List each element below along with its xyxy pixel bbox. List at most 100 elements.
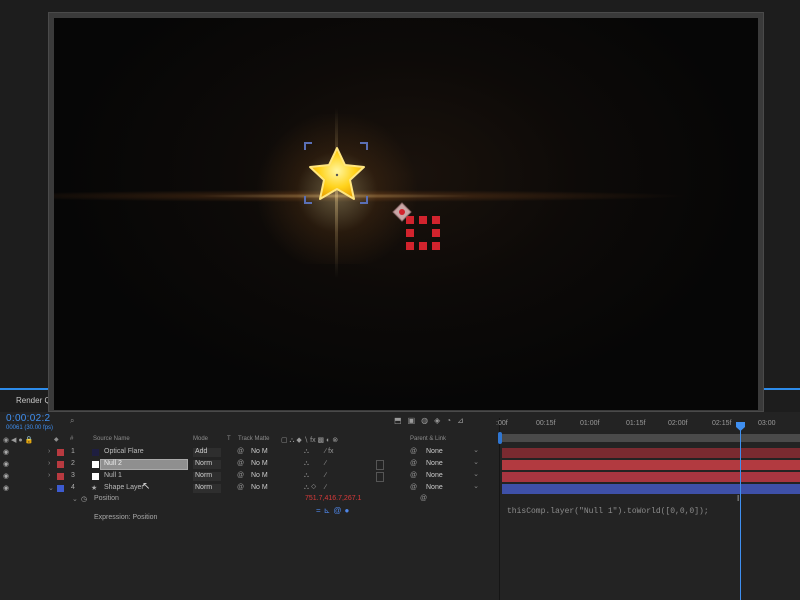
parent-dropdown[interactable]: None: [424, 446, 482, 457]
search-icon[interactable]: ⌕: [70, 416, 74, 426]
comp-mini-flowchart-icon[interactable]: ⬒: [394, 416, 408, 425]
chevron-down-icon[interactable]: ⌄: [48, 484, 54, 492]
quality-switch-icon[interactable]: ∕: [325, 460, 326, 467]
layer-row[interactable]: ◉ › 1 Optical Flare Add @ No M ⛬ ∕ fx @ …: [0, 446, 500, 459]
parent-pickwhip-icon[interactable]: @: [410, 484, 417, 491]
shy-switch-icon[interactable]: ⛬: [304, 472, 309, 480]
eye-icon[interactable]: ◉: [3, 460, 9, 468]
quality-switch-icon[interactable]: ∕: [325, 472, 326, 479]
ruler-tick: 00:15f: [536, 420, 556, 427]
track-matte-dropdown[interactable]: No M: [251, 472, 275, 481]
position-property-row[interactable]: ⌄ ◷ Position 751.7,416.7,267.1 @: [0, 495, 500, 505]
pickwhip-icon[interactable]: @: [420, 495, 427, 502]
layer-duration-bar[interactable]: [502, 484, 800, 494]
label-color[interactable]: [57, 473, 64, 480]
draft-3d-icon[interactable]: ▣: [408, 416, 422, 425]
expression-enable-icon[interactable]: =: [316, 506, 324, 515]
graph-editor-icon[interactable]: ⊿: [457, 416, 470, 425]
parent-dropdown[interactable]: None: [424, 458, 482, 469]
motion-blur-icon[interactable]: ◔: [446, 416, 457, 425]
ruler-tick: 03:00: [758, 420, 776, 427]
ruler-tick: 01:15f: [626, 420, 646, 427]
property-name: Position: [94, 495, 119, 502]
layer-name[interactable]: Null 2: [104, 460, 122, 467]
tab-render-queue[interactable]: Render Q: [16, 396, 51, 405]
panel-accent-left: [0, 388, 48, 390]
mode-dropdown[interactable]: Norm: [193, 460, 221, 469]
layer-row[interactable]: ◉ ⌄ 4 ★ Shape Layer ↖ Norm @ No M ⛬ ◇ ∕ …: [0, 481, 500, 495]
timeline-toolbar[interactable]: ⬒▣◍◈◔⊿: [394, 416, 470, 425]
parent-pickwhip-icon[interactable]: @: [410, 448, 417, 455]
quality-switch-icon[interactable]: ∕ fx: [325, 448, 334, 455]
layer-row[interactable]: ◉ › 2 Null 2 Norm @ No M ⛬ ∕ @ None: [0, 458, 500, 471]
layer-duration-bar[interactable]: [502, 448, 800, 458]
3d-layer-switch[interactable]: [376, 460, 384, 470]
column-header-source-name[interactable]: Source Name: [93, 436, 130, 442]
label-color[interactable]: [57, 461, 64, 468]
eye-icon[interactable]: ◉: [3, 448, 9, 456]
track-matte-pickwhip-icon[interactable]: @: [237, 484, 244, 491]
track-matte-pickwhip-icon[interactable]: @: [237, 448, 244, 455]
quality-switch-icon[interactable]: ∕: [325, 484, 326, 491]
work-area-bar[interactable]: [500, 434, 800, 442]
position-value[interactable]: 751.7,416.7,267.1: [305, 495, 361, 502]
graph-icon[interactable]: ⊾: [324, 506, 334, 515]
layer-name[interactable]: Optical Flare: [104, 448, 144, 455]
current-time-display[interactable]: 0:00:02:2: [6, 413, 50, 424]
layer-name[interactable]: Shape Layer: [104, 484, 144, 491]
label-color[interactable]: [57, 449, 64, 456]
track-matte-dropdown[interactable]: No M: [251, 484, 275, 493]
track-matte-pickwhip-icon[interactable]: @: [237, 460, 244, 467]
parent-dropdown[interactable]: None: [424, 470, 482, 481]
track-matte-pickwhip-icon[interactable]: @: [237, 472, 244, 479]
mode-dropdown[interactable]: Add: [193, 448, 221, 457]
shy-switch-icon[interactable]: ⛬ ◇: [304, 484, 316, 492]
column-header-t: T: [227, 436, 231, 442]
expression-menu-icon[interactable]: ●: [345, 506, 353, 515]
expression-pickwhip-icon[interactable]: @: [333, 506, 344, 515]
shy-switch-icon[interactable]: ⛬: [304, 448, 309, 456]
chevron-down-icon[interactable]: ⌄: [72, 495, 78, 503]
time-ruler[interactable]: :00f 00:15f 01:00f 01:15f 02:00f 02:15f …: [496, 418, 800, 432]
expression-controls[interactable]: =⊾@●: [316, 506, 352, 515]
mode-dropdown[interactable]: Norm: [193, 472, 221, 481]
label-color[interactable]: [57, 485, 64, 492]
eye-icon[interactable]: ◉: [3, 472, 9, 480]
layer-duration-bar[interactable]: [502, 472, 800, 482]
shy-switch-icon[interactable]: ⛬: [304, 460, 309, 468]
label-column-icon: ◆: [54, 437, 59, 443]
column-header-parent-link: Parent & Link: [410, 436, 447, 442]
mode-dropdown[interactable]: Norm: [193, 484, 221, 493]
chevron-right-icon[interactable]: ›: [48, 448, 50, 455]
anchor-point-icon[interactable]: [392, 202, 412, 222]
3d-layer-switch[interactable]: [376, 472, 384, 482]
expression-graph-marker: I: [737, 494, 740, 503]
parent-pickwhip-icon[interactable]: @: [410, 460, 417, 467]
hide-shy-layers-icon[interactable]: ◍: [421, 416, 434, 425]
current-time-indicator[interactable]: [740, 424, 741, 600]
layer-number: 4: [71, 484, 75, 491]
track-matte-dropdown[interactable]: No M: [251, 448, 275, 457]
ruler-tick: 02:00f: [668, 420, 688, 427]
mouse-cursor-icon: ↖: [142, 481, 151, 492]
layer-duration-bar[interactable]: [502, 460, 800, 470]
parent-dropdown[interactable]: None: [424, 482, 482, 493]
layer-number: 2: [71, 460, 75, 467]
work-area-start-handle[interactable]: [498, 432, 502, 444]
eye-icon[interactable]: ◉: [3, 484, 9, 492]
composition-canvas[interactable]: [54, 18, 758, 410]
star-shape-icon[interactable]: [306, 144, 368, 204]
chevron-right-icon[interactable]: ›: [48, 472, 50, 479]
track-matte-dropdown[interactable]: No M: [251, 460, 275, 469]
stopwatch-icon[interactable]: ◷: [81, 495, 87, 503]
column-header-number: #: [70, 436, 74, 442]
switches-icons: ▢ ⛬ ◆ ∖ fx ▩ ◐ ⊗: [281, 437, 339, 444]
frame-blending-icon[interactable]: ◈: [434, 416, 446, 425]
chevron-right-icon[interactable]: ›: [48, 460, 50, 467]
layer-row[interactable]: ◉ › 3 Null 1 Norm @ No M ⛬ ∕ @ None: [0, 470, 500, 483]
timeline-divider[interactable]: [499, 418, 500, 600]
expression-editor[interactable]: thisComp.layer("Null 1").toWorld([0,0,0]…: [507, 507, 709, 516]
layer-number: 3: [71, 472, 75, 479]
parent-pickwhip-icon[interactable]: @: [410, 472, 417, 479]
layer-name[interactable]: Null 1: [104, 472, 122, 479]
